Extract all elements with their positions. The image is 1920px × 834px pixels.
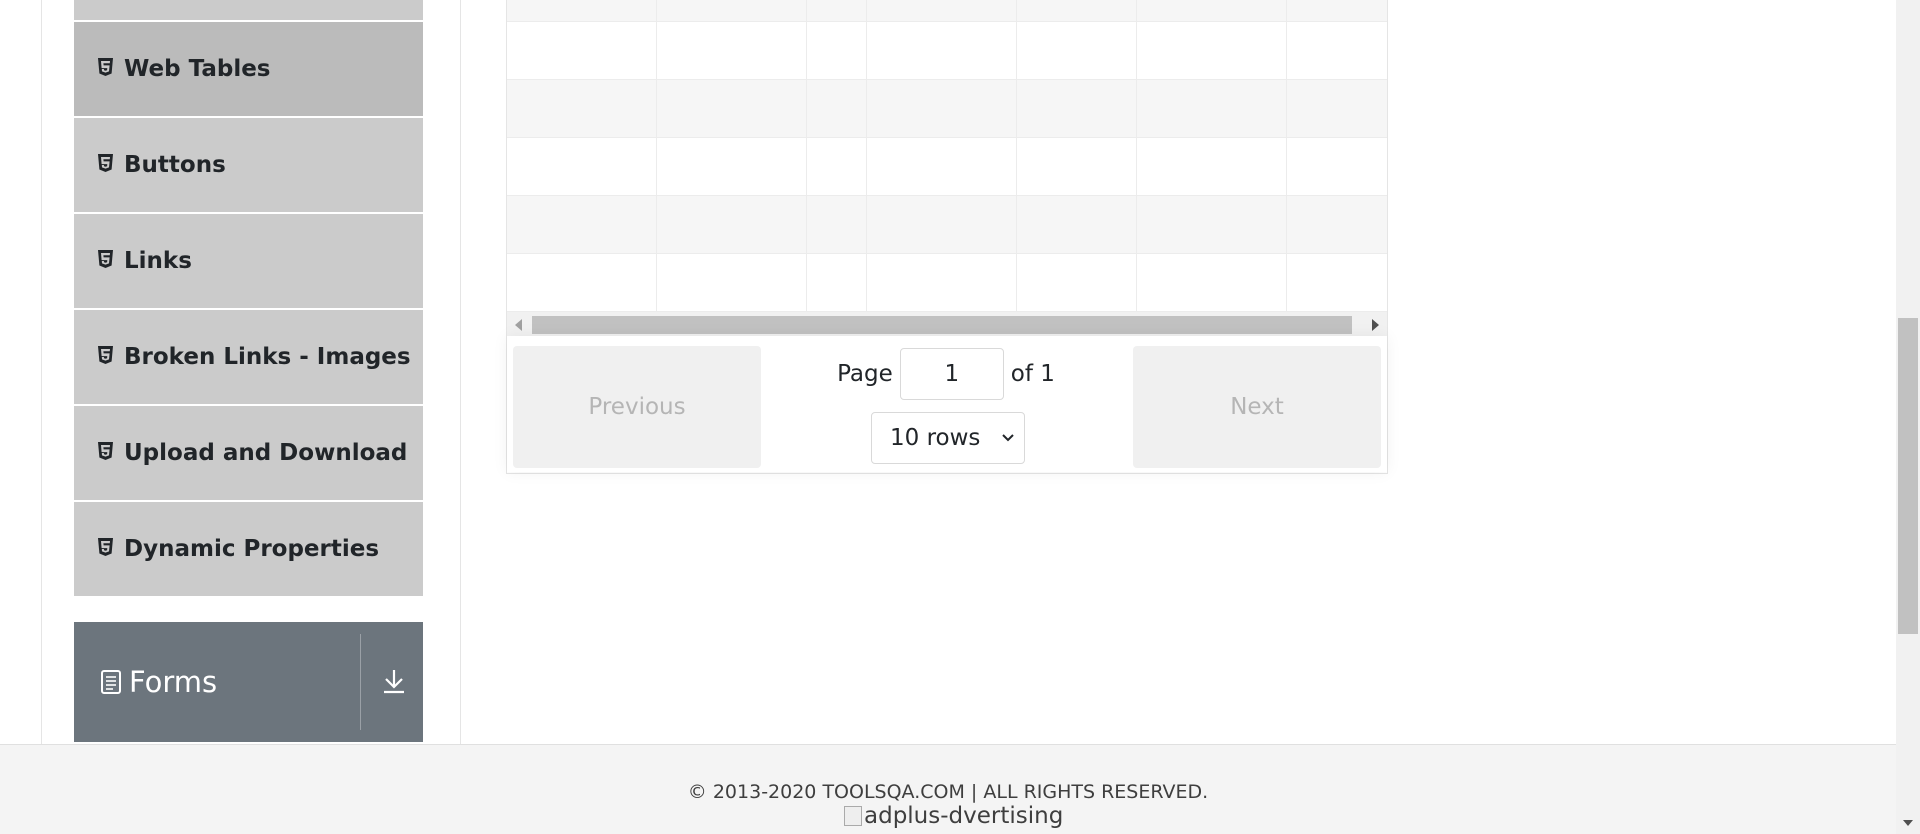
broken-image-icon xyxy=(844,806,862,826)
sidebar-item-top-partial[interactable] xyxy=(74,0,423,20)
table-column-divider xyxy=(1286,0,1287,312)
html5-icon xyxy=(96,249,114,269)
previous-button[interactable]: Previous xyxy=(513,346,761,468)
horizontal-scrollbar-thumb[interactable] xyxy=(532,316,1352,334)
html5-icon xyxy=(96,537,114,557)
page-vertical-scrollbar[interactable] xyxy=(1896,0,1920,834)
table-column-divider xyxy=(1136,0,1137,312)
table-row xyxy=(507,196,1387,254)
copyright-text: © 2013-2020 TOOLSQA.COM | ALL RIGHTS RES… xyxy=(687,781,1209,803)
scroll-down-icon[interactable] xyxy=(1903,820,1913,826)
table-column-divider xyxy=(806,0,807,312)
table-column-divider xyxy=(866,0,867,312)
sidebar-item-upload-download[interactable]: Upload and Download xyxy=(74,406,423,500)
group-header-forms[interactable]: Forms xyxy=(74,622,423,742)
sidebar-item-label: Dynamic Properties xyxy=(124,536,380,562)
table-pagination: Previous Page 1 of 1 10 rows Next xyxy=(507,336,1387,472)
sidebar-right-border xyxy=(460,0,461,744)
table-row xyxy=(507,254,1387,312)
footer: © 2013-2020 TOOLSQA.COM | ALL RIGHTS RES… xyxy=(0,744,1896,834)
ad-alt-text: adplus-dvertising xyxy=(864,803,1064,829)
table-column-divider xyxy=(1016,0,1017,312)
sidebar-item-dynamic-properties[interactable]: Dynamic Properties xyxy=(74,502,423,596)
page-total: of 1 xyxy=(1010,361,1055,387)
chevron-down-icon xyxy=(1000,427,1016,453)
html5-icon xyxy=(96,441,114,461)
table-column-divider xyxy=(656,0,657,312)
sidebar-item-buttons[interactable]: Buttons xyxy=(74,118,423,212)
page-jump-input[interactable]: 1 xyxy=(899,348,1004,400)
sidebar-item-broken-links[interactable]: Broken Links - Images xyxy=(74,310,423,404)
rows-per-page-value: 10 rows xyxy=(890,425,981,451)
next-button[interactable]: Next xyxy=(1133,346,1381,468)
scroll-left-icon[interactable] xyxy=(515,319,522,331)
page-controls: Page 1 of 1 10 rows xyxy=(765,346,1127,468)
page-vertical-scrollbar-thumb[interactable] xyxy=(1898,318,1918,634)
web-table: Previous Page 1 of 1 10 rows Next xyxy=(506,0,1388,474)
sidebar-item-label: Links xyxy=(124,248,192,274)
group-header-divider xyxy=(360,634,361,730)
ad-banner[interactable]: adplus-dvertising xyxy=(844,803,1063,829)
page-left-border xyxy=(41,0,42,744)
rows-per-page-select[interactable]: 10 rows xyxy=(871,412,1025,464)
sidebar-item-label: Upload and Download xyxy=(124,440,408,466)
scroll-right-icon[interactable] xyxy=(1372,319,1379,331)
table-row xyxy=(507,80,1387,138)
sidebar-item-web-tables[interactable]: Web Tables xyxy=(74,22,423,116)
table-row xyxy=(507,22,1387,80)
sidebar-item-links[interactable]: Links xyxy=(74,214,423,308)
table-row xyxy=(507,0,1387,22)
html5-icon xyxy=(96,153,114,173)
page-indicator: Page 1 of 1 xyxy=(765,346,1127,402)
sidebar-item-label: Broken Links - Images xyxy=(124,344,411,370)
html5-icon xyxy=(96,345,114,365)
group-header-label: Forms xyxy=(129,665,218,699)
sidebar-item-label: Buttons xyxy=(124,152,226,178)
document-icon xyxy=(101,670,121,694)
download-arrow-icon[interactable] xyxy=(374,656,414,706)
table-row xyxy=(507,138,1387,196)
sidebar-item-label: Web Tables xyxy=(124,56,271,82)
page-label: Page xyxy=(837,361,893,387)
horizontal-scrollbar[interactable] xyxy=(507,312,1387,336)
html5-icon xyxy=(96,57,114,77)
